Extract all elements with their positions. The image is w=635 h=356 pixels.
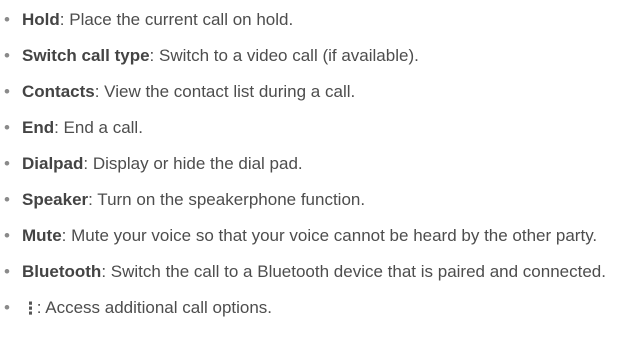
item-term: Mute: [22, 226, 62, 245]
bullet-icon: •: [4, 118, 10, 137]
item-description: : Switch the call to a Bluetooth device …: [101, 262, 606, 281]
list-item-speaker: • Speaker: Turn on the speakerphone func…: [0, 186, 635, 213]
list-item-end: • End: End a call.: [0, 114, 635, 141]
bullet-icon: •: [4, 298, 10, 317]
item-term: Switch call type: [22, 46, 150, 65]
list-item-dialpad: • Dialpad: Display or hide the dial pad.: [0, 150, 635, 177]
item-description: : End a call.: [54, 118, 143, 137]
more-options-icon: ⋮: [22, 299, 39, 318]
item-description: : Mute your voice so that your voice can…: [61, 226, 598, 245]
item-term: Bluetooth: [22, 262, 102, 281]
bullet-icon: •: [4, 10, 10, 29]
item-description: : Place the current call on hold.: [59, 10, 294, 29]
bullet-icon: •: [4, 154, 10, 173]
list-item-contacts: • Contacts: View the contact list during…: [0, 78, 635, 105]
bullet-icon: •: [4, 46, 10, 65]
item-term: Speaker: [22, 190, 89, 209]
item-description: : Turn on the speakerphone function.: [88, 190, 366, 209]
call-controls-list: • Hold: Place the current call on hold. …: [0, 6, 635, 331]
item-description: : Switch to a video call (if available).: [149, 46, 419, 65]
item-term: End: [22, 118, 55, 137]
bullet-icon: •: [4, 82, 10, 101]
document-page: • Hold: Place the current call on hold. …: [0, 0, 635, 356]
bullet-icon: •: [4, 262, 10, 281]
list-item-mute: • Mute: Mute your voice so that your voi…: [0, 222, 635, 249]
list-item-hold: • Hold: Place the current call on hold.: [0, 6, 635, 33]
item-term: Contacts: [22, 82, 95, 101]
item-term: Hold: [22, 10, 60, 29]
list-item-bluetooth: • Bluetooth: Switch the call to a Blueto…: [0, 258, 635, 285]
item-description: : Display or hide the dial pad.: [83, 154, 303, 173]
item-term: Dialpad: [22, 154, 84, 173]
item-description: : View the contact list during a call.: [94, 82, 356, 101]
bullet-icon: •: [4, 226, 10, 245]
item-description: : Access additional call options.: [32, 298, 273, 317]
bullet-icon: •: [4, 190, 10, 209]
list-item-switch-call-type: • Switch call type: Switch to a video ca…: [0, 42, 635, 69]
list-item-more-options: • ⋮ : Access additional call options.: [0, 294, 635, 322]
